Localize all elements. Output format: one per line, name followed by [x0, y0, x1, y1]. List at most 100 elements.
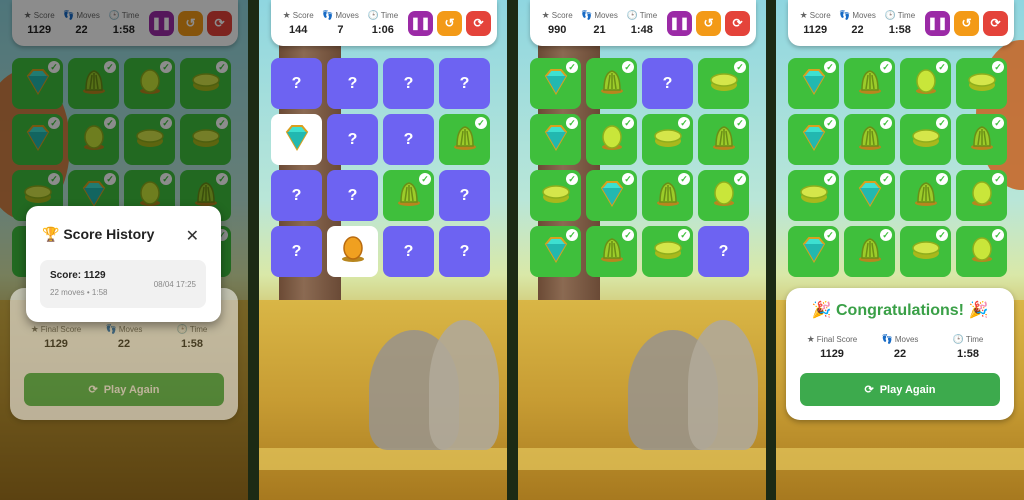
star-icon: ★	[806, 334, 815, 344]
reset-button[interactable]: ⟳	[982, 10, 1008, 36]
matched-card-gem[interactable]: ✓	[530, 114, 581, 165]
matched-card-bush[interactable]: ✓	[383, 170, 434, 221]
hidden-card[interactable]: ?	[439, 226, 490, 277]
matched-card-gem[interactable]: ✓	[530, 58, 581, 109]
check-icon: ✓	[880, 173, 892, 185]
refresh-icon: ⟳	[864, 384, 874, 396]
check-icon: ✓	[880, 61, 892, 73]
check-icon: ✓	[419, 173, 431, 185]
hidden-card[interactable]: ?	[327, 114, 378, 165]
matched-card-bush[interactable]: ✓	[900, 170, 951, 221]
refresh-icon: ⟳	[88, 384, 98, 396]
check-icon: ✓	[824, 117, 836, 129]
clock-icon: 🕒	[367, 10, 379, 20]
check-icon: ✓	[566, 173, 578, 185]
flipped-card-gem[interactable]	[271, 114, 322, 165]
hidden-card[interactable]: ?	[271, 58, 322, 109]
check-icon: ✓	[622, 61, 634, 73]
history-button[interactable]: ↺	[436, 10, 462, 36]
final-time-stat: 🕒 Time 1:58	[176, 324, 208, 350]
play-again-button[interactable]: ⟳ Play Again	[24, 373, 224, 406]
top-bar: ★ Score 990 👣 Moves 21 🕒 Time 1:48 ❚❚ ↺ ⟳	[530, 0, 756, 46]
pause-button[interactable]: ❚❚	[924, 10, 950, 36]
footsteps-icon: 👣	[581, 10, 593, 20]
history-button[interactable]: ↺	[695, 10, 721, 36]
matched-card-disk[interactable]: ✓	[530, 170, 581, 221]
matched-card-egg[interactable]: ✓	[956, 226, 1007, 277]
pause-button[interactable]: ❚❚	[666, 10, 692, 36]
clock-icon: 🕒	[626, 10, 638, 20]
check-icon: ✓	[734, 61, 746, 73]
moves-stat: 👣 Moves 21	[581, 10, 618, 36]
play-again-button[interactable]: ⟳ Play Again	[800, 373, 1000, 406]
matched-card-egg[interactable]: ✓	[586, 114, 637, 165]
hidden-card[interactable]: ?	[383, 114, 434, 165]
matched-card-bush[interactable]: ✓	[844, 58, 895, 109]
matched-card-bush[interactable]: ✓	[844, 226, 895, 277]
close-icon[interactable]: ✕	[186, 226, 199, 246]
hidden-card[interactable]: ?	[383, 226, 434, 277]
matched-card-bush[interactable]: ✓	[642, 170, 693, 221]
reset-button[interactable]: ⟳	[465, 10, 491, 36]
matched-card-bush[interactable]: ✓	[698, 114, 749, 165]
flipped-card-bush[interactable]	[327, 226, 378, 277]
check-icon: ✓	[936, 229, 948, 241]
grass	[776, 448, 1024, 470]
star-icon: ★	[30, 324, 39, 334]
matched-card-bush[interactable]: ✓	[586, 58, 637, 109]
history-icon: ↺	[444, 16, 455, 30]
matched-card-disk[interactable]: ✓	[956, 58, 1007, 109]
check-icon: ✓	[992, 117, 1004, 129]
matched-card-egg[interactable]: ✓	[900, 58, 951, 109]
gem-icon	[281, 121, 313, 158]
party-icon: 🎉	[968, 302, 989, 319]
trophy-icon: 🏆	[42, 226, 60, 242]
hidden-card[interactable]: ?	[271, 226, 322, 277]
check-icon: ✓	[566, 61, 578, 73]
hidden-card[interactable]: ?	[327, 170, 378, 221]
matched-card-gem[interactable]: ✓	[788, 226, 839, 277]
matched-card-gem[interactable]: ✓	[788, 114, 839, 165]
matched-card-bush[interactable]: ✓	[586, 226, 637, 277]
check-icon: ✓	[622, 173, 634, 185]
matched-card-disk[interactable]: ✓	[698, 58, 749, 109]
time-stat: 🕒 Time 1:48	[626, 10, 658, 36]
matched-card-egg[interactable]: ✓	[698, 170, 749, 221]
check-icon: ✓	[678, 173, 690, 185]
reset-icon: ⟳	[990, 16, 1001, 30]
matched-card-bush[interactable]: ✓	[956, 114, 1007, 165]
matched-card-egg[interactable]: ✓	[956, 170, 1007, 221]
hidden-card[interactable]: ?	[439, 170, 490, 221]
card-grid: ✓ ✓ ✓ ✓ ✓ ✓ ✓ ✓ ✓ ✓ ✓ ✓ ✓ ✓ ✓ ✓	[788, 58, 1014, 277]
hidden-card[interactable]: ?	[642, 58, 693, 109]
matched-card-bush[interactable]: ✓	[844, 114, 895, 165]
matched-card-disk[interactable]: ✓	[642, 114, 693, 165]
clock-icon: 🕒	[884, 10, 896, 20]
matched-card-gem[interactable]: ✓	[586, 170, 637, 221]
congratulations-card: 🎉 Congratulations! 🎉 ★ Final Score 1129 👣…	[786, 288, 1014, 420]
hidden-card[interactable]: ?	[327, 58, 378, 109]
score-stat: ★ Score 1129	[799, 10, 831, 36]
matched-card-gem[interactable]: ✓	[788, 58, 839, 109]
matched-card-disk[interactable]: ✓	[900, 226, 951, 277]
star-icon: ★	[541, 10, 550, 20]
reset-button[interactable]: ⟳	[724, 10, 750, 36]
matched-card-disk[interactable]: ✓	[642, 226, 693, 277]
matched-card-gem[interactable]: ✓	[530, 226, 581, 277]
matched-card-gem[interactable]: ✓	[844, 170, 895, 221]
pause-button[interactable]: ❚❚	[407, 10, 433, 36]
time-stat: 🕒 Time 1:58	[884, 10, 916, 36]
hidden-card[interactable]: ?	[271, 170, 322, 221]
check-icon: ✓	[936, 61, 948, 73]
matched-card-bush[interactable]: ✓	[439, 114, 490, 165]
history-button[interactable]: ↺	[953, 10, 979, 36]
check-icon: ✓	[992, 61, 1004, 73]
matched-card-disk[interactable]: ✓	[900, 114, 951, 165]
rock	[429, 320, 499, 450]
hidden-card[interactable]: ?	[383, 58, 434, 109]
check-icon: ✓	[566, 117, 578, 129]
matched-card-disk[interactable]: ✓	[788, 170, 839, 221]
hidden-card[interactable]: ?	[698, 226, 749, 277]
star-icon: ★	[799, 10, 808, 20]
hidden-card[interactable]: ?	[439, 58, 490, 109]
